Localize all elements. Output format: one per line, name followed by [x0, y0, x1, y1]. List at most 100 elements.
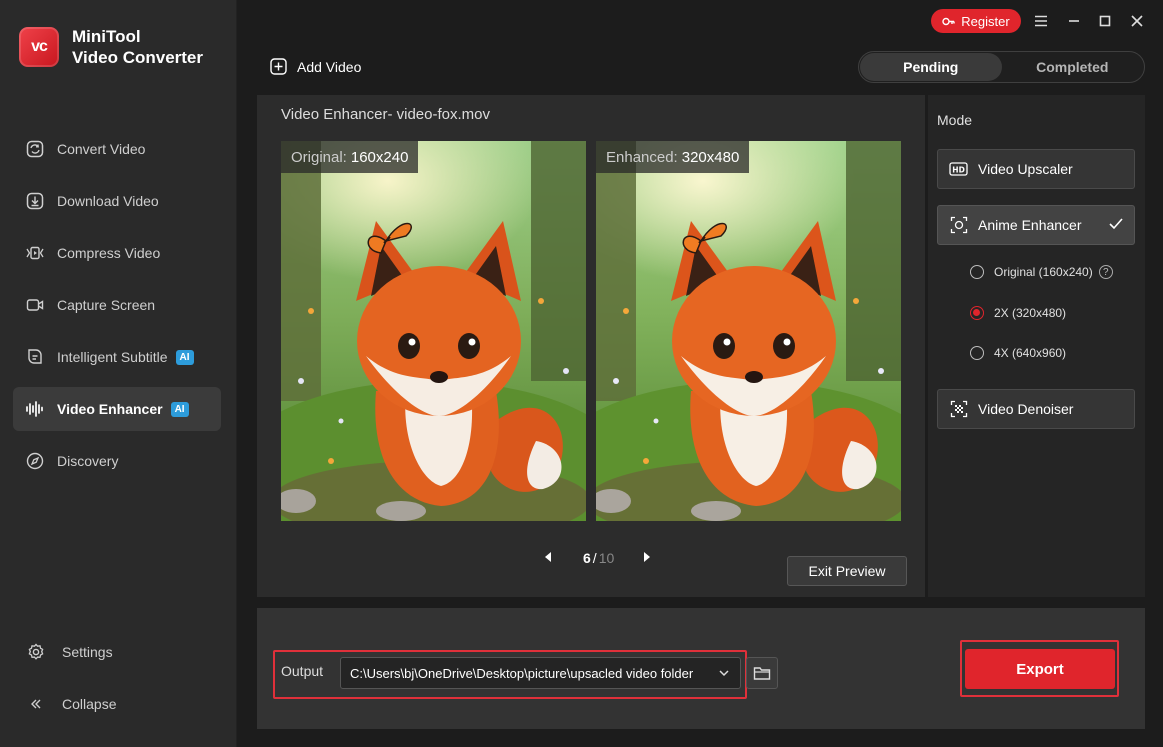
sidebar-item-capture-screen[interactable]: Capture Screen	[13, 283, 221, 327]
subtitle-icon	[25, 347, 45, 367]
add-video-button[interactable]: Add Video	[270, 58, 361, 75]
tab-completed[interactable]: Completed	[1002, 53, 1144, 81]
enhanced-label-text: Enhanced:	[606, 148, 678, 166]
mode-panel: Mode HD Video Upscaler Anime Enhancer Or…	[928, 95, 1145, 597]
chevron-down-icon	[718, 667, 730, 682]
menu-button[interactable]	[1031, 11, 1051, 31]
mode-title: Mode	[937, 112, 973, 128]
status-tabs: Pending Completed	[858, 51, 1145, 83]
sidebar-item-label: Intelligent Subtitle	[57, 349, 168, 365]
output-bar: Output C:\Users\bj\OneDrive\Desktop\pict…	[257, 608, 1145, 729]
close-button[interactable]	[1127, 11, 1147, 31]
bottom-nav: Settings Collapse	[26, 638, 216, 718]
video-denoiser-label: Video Denoiser	[978, 401, 1074, 417]
sidebar-item-label: Compress Video	[57, 245, 161, 261]
option-4x[interactable]: 4X (640x960)	[970, 346, 1066, 360]
option-4x-label: 4X (640x960)	[994, 346, 1067, 360]
maximize-button[interactable]	[1095, 11, 1115, 31]
export-button[interactable]: Export	[965, 649, 1115, 689]
fox-image-enhanced	[596, 141, 901, 521]
video-upscaler-button[interactable]: HD Video Upscaler	[937, 149, 1135, 189]
tab-pending[interactable]: Pending	[860, 53, 1002, 81]
app-name: MiniTool Video Converter	[72, 26, 203, 68]
key-icon	[942, 17, 955, 25]
hamburger-icon	[1035, 15, 1047, 27]
compass-icon	[25, 451, 45, 471]
help-icon[interactable]: ?	[1098, 265, 1113, 279]
option-2x[interactable]: 2X (320x480)	[970, 306, 1066, 320]
video-denoiser-button[interactable]: Video Denoiser	[937, 389, 1135, 429]
sidebar-item-discovery[interactable]: Discovery	[13, 439, 221, 483]
triangle-left-icon	[545, 552, 551, 562]
register-label: Register	[961, 13, 1010, 29]
ai-badge: AI	[170, 401, 189, 417]
collapse-label: Collapse	[62, 696, 117, 712]
sidebar-item-label: Convert Video	[57, 141, 146, 157]
anime-enhancer-button[interactable]: Anime Enhancer	[937, 205, 1135, 245]
download-icon	[25, 191, 45, 211]
svg-text:HD: HD	[952, 165, 965, 174]
register-button[interactable]: Register	[931, 9, 1021, 33]
check-icon	[1108, 217, 1124, 234]
gear-icon	[26, 642, 46, 662]
anime-icon	[949, 215, 969, 235]
sidebar-item-convert-video[interactable]: Convert Video	[13, 127, 221, 171]
brand: vc MiniTool Video Converter	[19, 26, 203, 68]
add-video-label: Add Video	[297, 58, 362, 75]
sidebar-nav: Convert Video Download Video Compress Vi…	[13, 127, 221, 491]
app-name-line2: Video Converter	[72, 48, 204, 67]
hd-icon: HD	[949, 159, 969, 179]
exit-preview-button[interactable]: Exit Preview	[787, 556, 907, 586]
sidebar-item-label: Discovery	[57, 453, 119, 469]
waveform-icon	[25, 399, 45, 419]
pager: 6 / 10	[543, 550, 652, 566]
denoise-icon	[949, 399, 969, 419]
page-current: 6	[583, 550, 591, 566]
output-path-select[interactable]: C:\Users\bj\OneDrive\Desktop\picture\ups…	[340, 657, 741, 689]
sidebar-item-compress-video[interactable]: Compress Video	[13, 231, 221, 275]
page-total: 10	[598, 550, 615, 566]
settings-button[interactable]: Settings	[26, 638, 216, 666]
preview-panel: Video Enhancer- video-fox.mov Original: …	[257, 95, 925, 597]
app-logo: vc	[19, 27, 59, 67]
option-original-label: Original (160x240)	[994, 265, 1093, 279]
page-separator: /	[592, 550, 597, 566]
enhanced-label: Enhanced: 320x480	[596, 141, 750, 173]
folder-icon	[753, 667, 771, 680]
preview-title: Video Enhancer- video-fox.mov	[281, 106, 491, 123]
sidebar-item-intelligent-subtitle[interactable]: Intelligent Subtitle AI	[13, 335, 221, 379]
convert-icon	[25, 139, 45, 159]
radio-4x[interactable]	[970, 346, 984, 360]
radio-2x[interactable]	[970, 306, 984, 320]
output-path-value: C:\Users\bj\OneDrive\Desktop\picture\ups…	[350, 665, 694, 681]
collapse-button[interactable]: Collapse	[26, 690, 216, 718]
app-window: vc MiniTool Video Converter Convert Vide…	[0, 0, 1163, 747]
option-original[interactable]: Original (160x240) ?	[970, 265, 1113, 279]
anime-enhancer-label: Anime Enhancer	[978, 217, 1082, 233]
camera-icon	[25, 295, 45, 315]
enhanced-resolution: 320x480	[681, 148, 740, 166]
sidebar-item-label: Download Video	[57, 193, 159, 209]
next-page-button[interactable]	[642, 550, 652, 566]
sidebar-item-label: Capture Screen	[57, 297, 156, 313]
original-label: Original: 160x240	[281, 141, 419, 173]
option-2x-label: 2X (320x480)	[994, 306, 1067, 320]
sidebar-item-download-video[interactable]: Download Video	[13, 179, 221, 223]
fox-image-original	[281, 141, 586, 521]
sidebar: vc MiniTool Video Converter Convert Vide…	[0, 0, 237, 747]
sidebar-item-video-enhancer[interactable]: Video Enhancer AI	[13, 387, 221, 431]
double-chevron-left-icon	[26, 694, 46, 714]
sidebar-item-label: Video Enhancer	[57, 401, 163, 417]
minimize-button[interactable]	[1064, 11, 1084, 31]
enhanced-preview: Enhanced: 320x480	[596, 141, 901, 521]
triangle-right-icon	[644, 552, 651, 562]
radio-original[interactable]	[970, 265, 984, 279]
original-resolution: 160x240	[350, 148, 409, 166]
video-upscaler-label: Video Upscaler	[978, 161, 1073, 177]
prev-page-button[interactable]	[543, 550, 553, 566]
compress-icon	[25, 243, 45, 263]
minimize-icon	[1069, 20, 1079, 22]
browse-folder-button[interactable]	[746, 657, 778, 689]
ai-badge: AI	[175, 349, 194, 365]
app-name-line1: MiniTool	[72, 27, 141, 46]
